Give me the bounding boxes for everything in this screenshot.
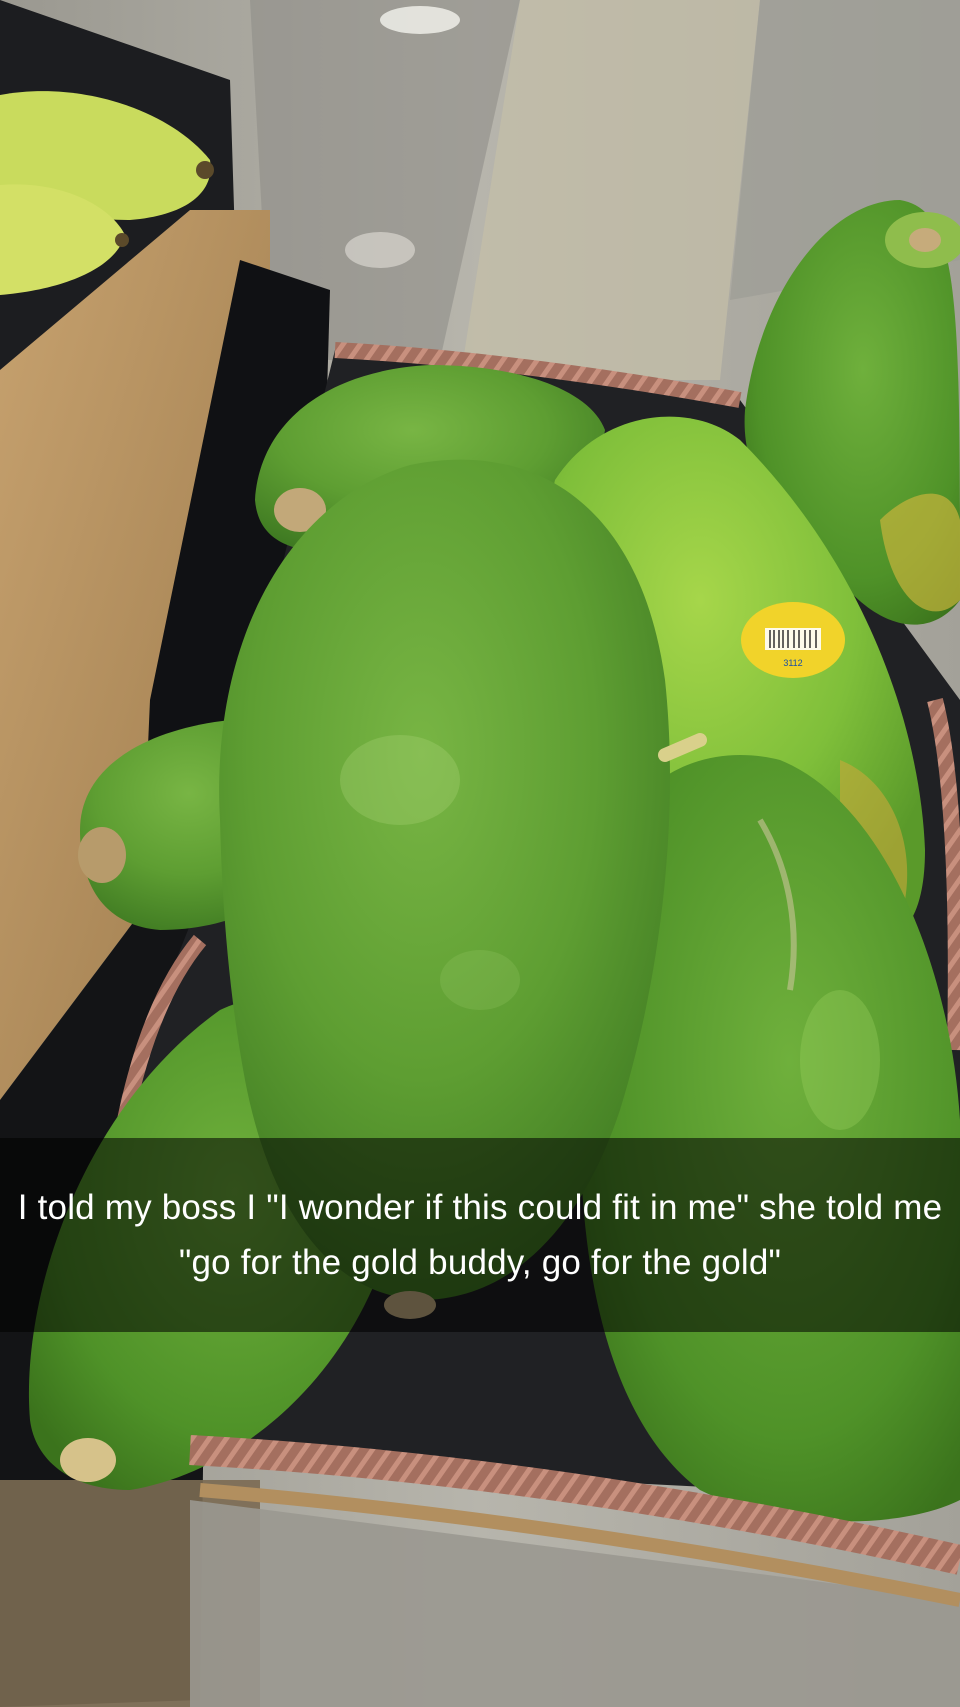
sticker-code: 3112 [783, 658, 802, 668]
caption-text: I told my boss I "I wonder if this could… [17, 1188, 953, 1282]
produce-scene: 3112 [0, 0, 960, 1707]
snapchat-caption-bar: I told my boss I "I wonder if this could… [0, 1138, 960, 1332]
snapchat-photo: 3112 I told my boss I "I wonder if this … [0, 0, 960, 1707]
